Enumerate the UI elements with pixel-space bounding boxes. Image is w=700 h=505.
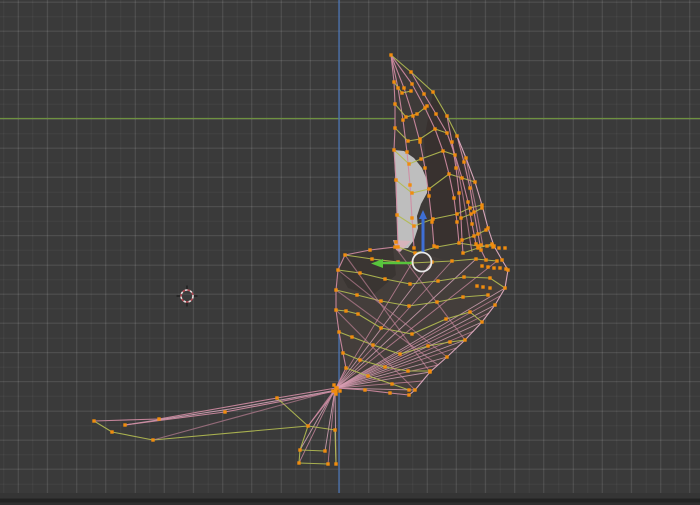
world-axes [0,0,700,493]
viewport-3d[interactable] [0,0,700,505]
cursor-3d-icon [177,286,198,307]
statusbar-top-edge [0,493,700,505]
edit-mode-scene-canvas[interactable] [0,0,700,505]
